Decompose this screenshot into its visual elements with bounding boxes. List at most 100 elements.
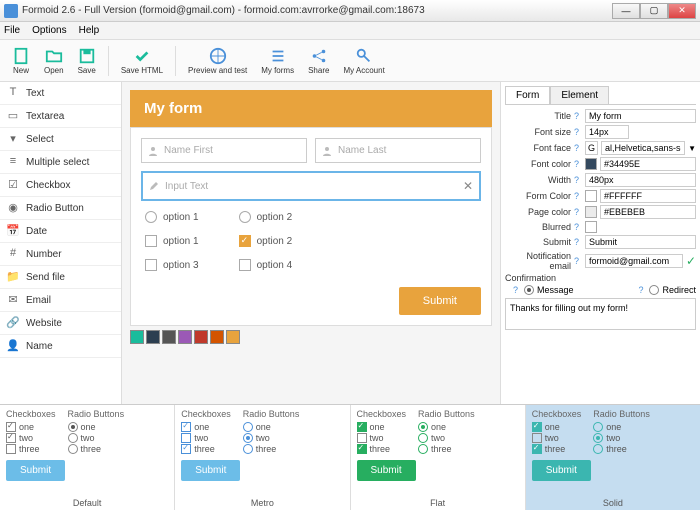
element-icon: # xyxy=(6,247,20,261)
user-icon xyxy=(148,146,158,156)
sidebar-item-text[interactable]: TText xyxy=(0,82,121,105)
sidebar-item-textarea[interactable]: ▭Textarea xyxy=(0,105,121,128)
prop-formcolor-input[interactable] xyxy=(600,189,696,203)
share-icon xyxy=(310,47,328,65)
menu-help[interactable]: Help xyxy=(79,25,100,36)
myforms-button[interactable]: My forms xyxy=(255,45,300,77)
save-html-button[interactable]: Save HTML xyxy=(115,45,169,77)
color-swatch[interactable] xyxy=(146,330,160,344)
share-button[interactable]: Share xyxy=(302,45,335,77)
prop-fontface-input[interactable] xyxy=(601,141,685,155)
form-body: Name First Name Last Input Text✕ option … xyxy=(130,127,492,326)
name-last-input[interactable]: Name Last xyxy=(315,138,481,163)
theme-solid[interactable]: CheckboxesonetwothreeRadio Buttonsonetwo… xyxy=(526,405,700,510)
theme-metro[interactable]: CheckboxesonetwothreeRadio Buttonsonetwo… xyxy=(175,405,350,510)
tab-element[interactable]: Element xyxy=(550,86,609,104)
element-icon: 🔗 xyxy=(6,316,20,330)
chevron-down-icon[interactable]: ▼ xyxy=(688,144,696,153)
check-option-3[interactable]: option 3 xyxy=(145,259,199,271)
save-button[interactable]: Save xyxy=(72,45,102,77)
clear-icon[interactable]: ✕ xyxy=(463,179,473,193)
color-swatch[interactable] xyxy=(178,330,192,344)
check-option-1[interactable]: option 1 xyxy=(145,235,199,247)
prop-pagecolor-input[interactable] xyxy=(600,205,696,219)
color-swatch[interactable] xyxy=(226,330,240,344)
theme-flat[interactable]: CheckboxesonetwothreeRadio Buttonsonetwo… xyxy=(351,405,526,510)
theme-default[interactable]: CheckboxesonetwothreeRadio Buttonsonetwo… xyxy=(0,405,175,510)
prop-submit-input[interactable] xyxy=(585,235,696,249)
sidebar-item-date[interactable]: 📅Date xyxy=(0,220,121,243)
minimize-button[interactable]: — xyxy=(612,3,640,19)
submit-button[interactable]: Submit xyxy=(399,287,481,315)
form-header[interactable]: My form xyxy=(130,90,492,127)
check-option-4[interactable]: option 4 xyxy=(239,259,293,271)
account-button[interactable]: My Account xyxy=(337,45,390,77)
radio-option-2[interactable]: option 2 xyxy=(239,211,293,223)
file-icon xyxy=(12,47,30,65)
prop-email-input[interactable] xyxy=(585,254,683,268)
sidebar-item-select[interactable]: ▾Select xyxy=(0,128,121,151)
color-swatch[interactable] xyxy=(130,330,144,344)
menu-options[interactable]: Options xyxy=(32,25,66,36)
element-icon: ▭ xyxy=(6,109,20,123)
theme-preview-bar: CheckboxesonetwothreeRadio Buttonsonetwo… xyxy=(0,404,700,510)
help-icon[interactable]: ? xyxy=(574,111,582,121)
check-option-2[interactable]: option 2 xyxy=(239,235,293,247)
open-button[interactable]: Open xyxy=(38,45,70,77)
color-swatch[interactable] xyxy=(194,330,208,344)
fontcolor-swatch[interactable] xyxy=(585,158,597,170)
color-swatch[interactable] xyxy=(210,330,224,344)
element-icon: T xyxy=(6,86,20,100)
menu-file[interactable]: File xyxy=(4,25,20,36)
theme-submit[interactable]: Submit xyxy=(181,460,240,481)
prop-title-input[interactable] xyxy=(585,109,696,123)
prop-fontcolor-input[interactable] xyxy=(600,157,696,171)
sidebar-item-name[interactable]: 👤Name xyxy=(0,335,121,358)
element-icon: ☑ xyxy=(6,178,20,192)
element-icon: ◉ xyxy=(6,201,20,215)
pagecolor-swatch[interactable] xyxy=(585,206,597,218)
element-icon: ▾ xyxy=(6,132,20,146)
sidebar-item-website[interactable]: 🔗Website xyxy=(0,312,121,335)
new-button[interactable]: New xyxy=(6,45,36,77)
sidebar-item-multiple-select[interactable]: ≡Multiple select xyxy=(0,151,121,174)
color-swatch[interactable] xyxy=(162,330,176,344)
sidebar-item-radio-button[interactable]: ◉Radio Button xyxy=(0,197,121,220)
sidebar-item-checkbox[interactable]: ☑Checkbox xyxy=(0,174,121,197)
menu-bar: File Options Help xyxy=(0,22,700,40)
maximize-button[interactable]: ▢ xyxy=(640,3,668,19)
element-icon: 👤 xyxy=(6,339,20,353)
list-icon xyxy=(269,47,287,65)
element-icon: ≡ xyxy=(6,155,20,169)
prop-fontsize-input[interactable] xyxy=(585,125,629,139)
prop-width-input[interactable] xyxy=(585,173,696,187)
theme-submit[interactable]: Submit xyxy=(357,460,416,481)
theme-submit[interactable]: Submit xyxy=(532,460,591,481)
save-icon xyxy=(78,47,96,65)
confirm-redirect-radio[interactable] xyxy=(649,285,659,295)
pencil-icon xyxy=(149,181,159,191)
key-icon xyxy=(355,47,373,65)
properties-panel: Form Element Title? Font size? Font face… xyxy=(500,82,700,404)
confirm-message-radio[interactable] xyxy=(524,285,534,295)
name-first-input[interactable]: Name First xyxy=(141,138,307,163)
preview-button[interactable]: Preview and test xyxy=(182,45,253,77)
theme-submit[interactable]: Submit xyxy=(6,460,65,481)
element-sidebar: TText▭Textarea▾Select≡Multiple select☑Ch… xyxy=(0,82,122,404)
color-palette xyxy=(130,326,492,344)
tab-form[interactable]: Form xyxy=(505,86,550,104)
title-bar: Formoid 2.6 - Full Version (formoid@gmai… xyxy=(0,0,700,22)
user-icon xyxy=(322,146,332,156)
sidebar-item-send-file[interactable]: 📁Send file xyxy=(0,266,121,289)
sidebar-item-number[interactable]: #Number xyxy=(0,243,121,266)
radio-option-1[interactable]: option 1 xyxy=(145,211,199,223)
text-input-selected[interactable]: Input Text✕ xyxy=(141,171,481,201)
globe-icon xyxy=(209,47,227,65)
confirmation-textarea[interactable]: Thanks for filling out my form! xyxy=(505,298,696,330)
sidebar-item-email[interactable]: ✉Email xyxy=(0,289,121,312)
blurred-checkbox[interactable] xyxy=(585,221,597,233)
check-icon: ✓ xyxy=(686,254,696,268)
formcolor-swatch[interactable] xyxy=(585,190,597,202)
folder-icon xyxy=(45,47,63,65)
close-button[interactable]: ✕ xyxy=(668,3,696,19)
